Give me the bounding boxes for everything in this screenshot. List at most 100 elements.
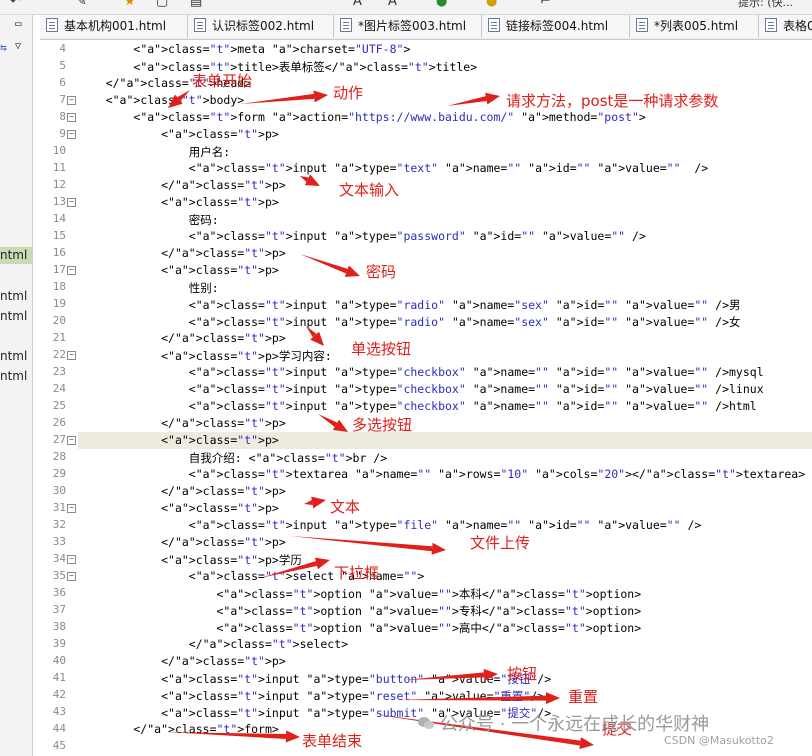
code-line[interactable]: <"a">class="t">option "a">value="">高中</"… bbox=[78, 620, 812, 636]
html-file-icon bbox=[765, 18, 777, 32]
code-line[interactable]: <"a">class="t">meta "a">charset="UTF-8"> bbox=[78, 42, 812, 56]
fold-toggle-icon[interactable]: − bbox=[67, 113, 76, 122]
annotation-file-upload: 文件上传 bbox=[470, 534, 531, 552]
code-line[interactable]: </"a">class="t">p> bbox=[78, 178, 812, 192]
annotation-button: 按钮 bbox=[507, 665, 538, 683]
tab-label: 认识标签002.html bbox=[212, 19, 315, 33]
code-line[interactable]: <"a">class="t">p> bbox=[78, 501, 812, 515]
line-number: 45 bbox=[52, 739, 66, 752]
fold-toggle-icon[interactable]: − bbox=[67, 572, 76, 581]
undo-icon[interactable]: ↶ bbox=[10, 0, 21, 9]
code-line[interactable]: 性别: bbox=[78, 280, 812, 296]
line-number: 43 bbox=[52, 705, 66, 718]
watermark: 公众号 · 一个永远在成长的华财神 bbox=[440, 714, 710, 735]
code-line[interactable]: </"a">class="t">p> bbox=[78, 535, 812, 549]
annotation-checkbox: 多选按钮 bbox=[352, 416, 413, 434]
line-number: 29 bbox=[52, 467, 66, 480]
tab-label: 链接标签004.html bbox=[506, 19, 609, 33]
tab-link-tags[interactable]: 链接标签004.html bbox=[482, 15, 630, 38]
fold-toggle-icon[interactable]: − bbox=[67, 351, 76, 360]
code-line[interactable]: <"a">class="t">input "a">type="radio" "a… bbox=[78, 297, 812, 313]
line-number: 16 bbox=[52, 246, 66, 259]
code-line[interactable]: <"a">class="t">input "a">type="checkbox"… bbox=[78, 399, 812, 413]
code-editor[interactable]: 4 <"a">class="t">meta "a">charset="UTF-8… bbox=[40, 40, 812, 756]
code-line[interactable]: <"a">class="t">textarea "a">name="" "a">… bbox=[78, 467, 812, 481]
tool-icon[interactable]: ⌐ bbox=[540, 0, 551, 9]
annotation-select: 下拉框 bbox=[334, 564, 380, 582]
panel-restore-icon[interactable]: ▭ bbox=[15, 17, 22, 30]
code-line[interactable]: </"a">class="t">p> bbox=[78, 416, 812, 430]
fold-toggle-icon[interactable]: − bbox=[67, 96, 76, 105]
code-line[interactable]: <"a">class="t">input "a">type="password"… bbox=[78, 229, 812, 243]
code-line[interactable]: </"a">class="t">p> bbox=[78, 331, 812, 345]
annotation-form-end: 表单结束 bbox=[302, 732, 363, 750]
code-line[interactable]: <"a">class="t">input "a">type="button" "… bbox=[78, 671, 812, 687]
copy-icon[interactable]: ▤ bbox=[190, 0, 202, 9]
code-line[interactable]: </"a">class="t">p> bbox=[78, 484, 812, 498]
code-line[interactable]: </"a">class="t">p> bbox=[78, 246, 812, 260]
fold-toggle-icon[interactable]: − bbox=[67, 436, 76, 445]
file-item[interactable]: ntml bbox=[0, 247, 32, 264]
code-line[interactable]: <"a">class="t">input "a">type="reset" "a… bbox=[78, 688, 812, 704]
code-line[interactable]: 自我介绍: <"a">class="t">br /> bbox=[78, 450, 812, 466]
panel-menu-icon[interactable]: ▽ bbox=[15, 41, 21, 52]
search-field[interactable]: 提示: (快... bbox=[738, 0, 793, 10]
code-line[interactable]: <"a">class="t">select "a">name=""> bbox=[78, 569, 812, 583]
wechat-logo-icon bbox=[418, 717, 434, 729]
tab-know-tags[interactable]: 认识标签002.html bbox=[188, 15, 334, 38]
line-number: 19 bbox=[52, 297, 66, 310]
line-number: 28 bbox=[52, 450, 66, 463]
code-line[interactable]: <"a">class="t">p>学习内容: bbox=[78, 348, 812, 364]
run-icon[interactable]: ● bbox=[436, 0, 447, 9]
line-number: 14 bbox=[52, 212, 66, 225]
edit-icon[interactable]: ✎ bbox=[76, 0, 87, 9]
tab-image-tags[interactable]: *图片标签003.html bbox=[334, 15, 482, 38]
tab-basic-structure[interactable]: 基本机构001.html bbox=[40, 15, 188, 38]
fold-toggle-icon[interactable]: − bbox=[67, 504, 76, 513]
code-line[interactable]: <"a">class="t">p>学历 bbox=[78, 552, 812, 568]
code-line[interactable]: <"a">class="t">input "a">type="text" "a"… bbox=[78, 161, 812, 175]
link-icon[interactable]: ⇆ bbox=[0, 41, 7, 54]
code-line[interactable]: <"a">class="t">form "a">action="https://… bbox=[78, 110, 812, 124]
code-line[interactable]: <"a">class="t">input "a">type="checkbox"… bbox=[78, 365, 812, 379]
fold-toggle-icon[interactable]: − bbox=[67, 266, 76, 275]
code-line[interactable]: <"a">class="t">p> bbox=[78, 195, 812, 209]
line-number: 11 bbox=[52, 161, 66, 174]
code-line[interactable]: 用户名: bbox=[78, 144, 812, 160]
font-small-icon[interactable]: A bbox=[388, 0, 397, 9]
line-number: 24 bbox=[52, 382, 66, 395]
line-number: 44 bbox=[52, 722, 66, 735]
fold-toggle-icon[interactable]: − bbox=[67, 198, 76, 207]
line-number: 23 bbox=[52, 365, 66, 378]
bookmark-icon[interactable]: ★ bbox=[124, 0, 136, 9]
new-file-icon[interactable]: ▢ bbox=[156, 0, 168, 9]
file-item[interactable]: ntml bbox=[0, 309, 27, 323]
code-line[interactable]: </"a">class="t">p> bbox=[78, 654, 812, 668]
code-line[interactable]: <"a">class="t">option "a">value="">专科</"… bbox=[78, 603, 812, 619]
code-line[interactable]: <"a">class="t">p> bbox=[78, 433, 812, 447]
file-item[interactable]: ntml bbox=[0, 349, 27, 363]
fold-toggle-icon[interactable]: − bbox=[67, 130, 76, 139]
code-line[interactable]: <"a">class="t">title>表单标签</"a">class="t"… bbox=[78, 59, 812, 75]
font-icon[interactable]: A bbox=[353, 0, 362, 9]
line-number: 7 bbox=[59, 93, 66, 106]
project-panel: ▭ ▽ ⇆ ntml ntml ntml ntml ntml bbox=[0, 15, 33, 756]
code-line[interactable]: <"a">class="t">input "a">type="radio" "a… bbox=[78, 314, 812, 330]
code-line[interactable]: <"a">class="t">option "a">value="">本科</"… bbox=[78, 586, 812, 602]
file-item[interactable]: ntml bbox=[0, 289, 27, 303]
browser-icon[interactable]: ● bbox=[486, 0, 497, 9]
code-line[interactable]: <"a">class="t">input "a">type="checkbox"… bbox=[78, 382, 812, 396]
code-line[interactable]: </"a">class="t">head> bbox=[78, 76, 812, 90]
code-line[interactable]: <"a">class="t">p> bbox=[78, 127, 812, 141]
code-line[interactable]: <"a">class="t">p> bbox=[78, 263, 812, 277]
line-number: 12 bbox=[52, 178, 66, 191]
code-line[interactable]: <"a">class="t">input "a">type="file" "a"… bbox=[78, 518, 812, 532]
file-item[interactable]: ntml bbox=[0, 369, 27, 383]
fold-toggle-icon[interactable]: − bbox=[67, 555, 76, 564]
tab-list[interactable]: *列表005.html bbox=[630, 15, 759, 38]
code-line[interactable]: </"a">class="t">select> bbox=[78, 637, 812, 651]
editor-tab-bar: 基本机构001.html 认识标签002.html *图片标签003.html … bbox=[40, 15, 812, 40]
tab-table[interactable]: 表格0 bbox=[759, 15, 812, 38]
tab-label: 表格0 bbox=[783, 19, 812, 33]
code-line[interactable]: 密码: bbox=[78, 212, 812, 228]
